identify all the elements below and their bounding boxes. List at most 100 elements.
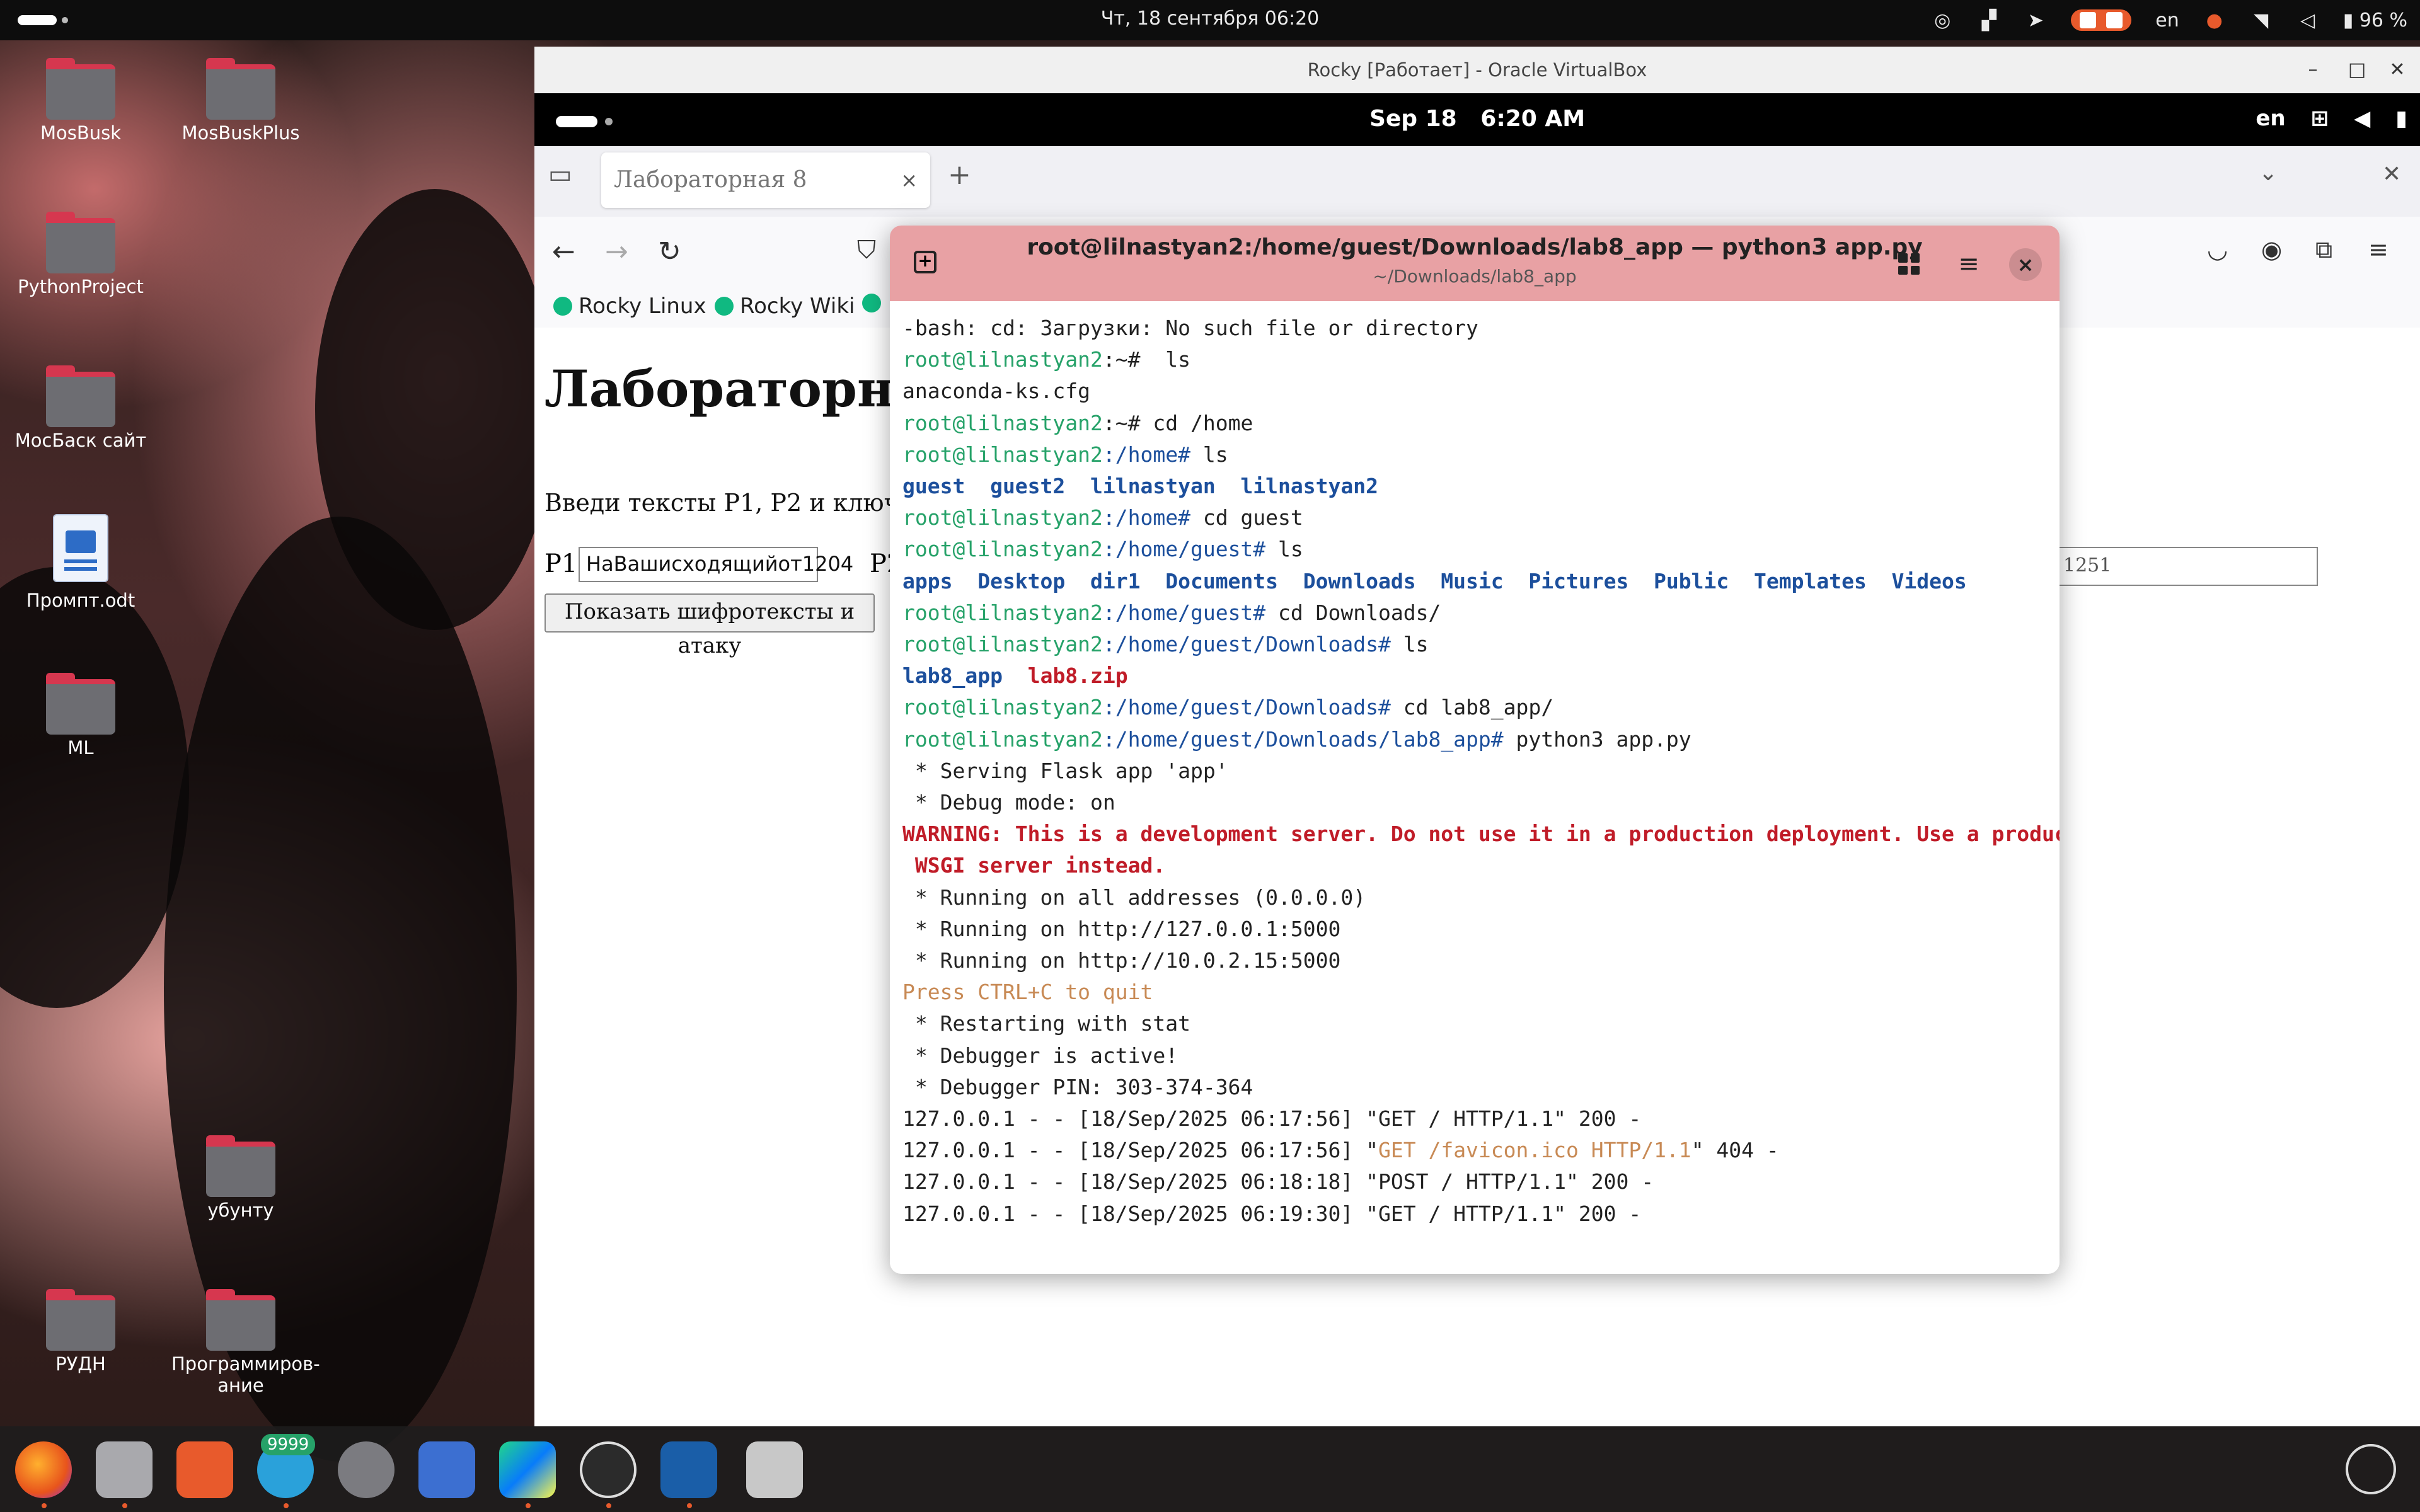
- obs-icon[interactable]: [580, 1441, 637, 1498]
- terminal-line: -bash: cd: Загрузки: No such file or dir…: [902, 316, 1478, 340]
- terminal-line: * Serving Flask app 'app': [902, 758, 1228, 783]
- prompt-user: root@lilnastyan2: [902, 726, 1103, 752]
- volume-muted-icon[interactable]: ◁: [2296, 9, 2319, 32]
- account-icon[interactable]: ◉: [2261, 236, 2282, 263]
- terminal-line: root@lilnastyan2:~# ls: [902, 344, 2053, 375]
- trash-icon[interactable]: [746, 1441, 803, 1498]
- network-icon[interactable]: ⊞: [2311, 106, 2329, 131]
- stop-icon: [2106, 12, 2123, 28]
- terminal-output[interactable]: -bash: cd: Загрузки: No such file or dir…: [902, 312, 2060, 1230]
- close-button[interactable]: ✕: [2378, 47, 2416, 93]
- wifi-icon[interactable]: ◥: [2250, 9, 2273, 32]
- system-monitor-icon[interactable]: [418, 1441, 475, 1498]
- pocket-icon[interactable]: ◡: [2207, 236, 2228, 263]
- desktop-folder-rudn[interactable]: РУДН: [11, 1289, 150, 1375]
- battery-indicator[interactable]: ▮ 96 %: [2343, 9, 2407, 32]
- volume-icon[interactable]: ◀: [2354, 106, 2370, 131]
- window-title: Rocky [Работает] - Oracle VirtualBox: [1307, 59, 1647, 81]
- tab-list-icon[interactable]: ⌄: [2259, 160, 2278, 186]
- folder-icon: [206, 58, 275, 120]
- close-tab-icon[interactable]: ×: [901, 152, 918, 208]
- command: ls: [1140, 347, 1190, 372]
- desktop-folder-pythonproject[interactable]: PythonProject: [11, 212, 150, 297]
- screen-record-indicator[interactable]: [2071, 9, 2132, 31]
- back-icon[interactable]: ←: [552, 236, 575, 268]
- running-indicator: [526, 1503, 531, 1508]
- command: cd /home: [1140, 410, 1253, 435]
- running-indicator: [122, 1503, 127, 1508]
- show-apps-icon[interactable]: [2346, 1444, 2396, 1494]
- browser-tab-strip: ▭ Лабораторная 8 × + ⌄ ✕: [534, 146, 2420, 217]
- key-input[interactable]: 1251: [2053, 547, 2318, 586]
- desktop-folder-ubuntu[interactable]: убунту: [171, 1135, 310, 1221]
- terminal-line: root@lilnastyan2:/home/guest/Downloads# …: [902, 692, 2053, 723]
- desktop-folder-mosbusk[interactable]: MosBusk: [11, 58, 150, 144]
- reload-icon[interactable]: ↻: [658, 236, 681, 268]
- rocky-logo-icon: [862, 294, 881, 312]
- telegram-unread-badge: 9999: [261, 1434, 316, 1455]
- virtualbox-icon[interactable]: [660, 1441, 717, 1498]
- running-indicator: [687, 1503, 692, 1508]
- prompt-user: root@lilnastyan2: [902, 695, 1103, 720]
- guest-system-tray[interactable]: en ⊞ ◀ ▮: [2256, 106, 2407, 131]
- hamburger-menu-icon[interactable]: ≡: [1957, 251, 1980, 277]
- terminal-window[interactable]: + root@lilnastyan2:/home/guest/Downloads…: [890, 226, 2060, 1274]
- app-center-icon[interactable]: [176, 1441, 233, 1498]
- files-icon[interactable]: [96, 1441, 153, 1498]
- keyboard-layout[interactable]: en: [2155, 9, 2179, 32]
- prompt-user: root@lilnastyan2: [902, 410, 1103, 435]
- steam-icon[interactable]: ◎: [1931, 9, 1954, 32]
- firefox-icon[interactable]: [15, 1441, 72, 1498]
- desktop-icon-label: убунту: [207, 1200, 274, 1221]
- guest-battery-icon[interactable]: ▮: [2395, 106, 2407, 131]
- desktop-file-prompt-odt[interactable]: Промпт.odt: [11, 514, 150, 611]
- minimize-button[interactable]: –: [2294, 47, 2332, 93]
- tab-overview-icon[interactable]: [1898, 253, 1920, 275]
- forward-icon[interactable]: →: [605, 236, 628, 268]
- desktop-folder-ml[interactable]: ML: [11, 673, 150, 759]
- desktop-icon-label: МосБаск сайт: [14, 430, 147, 451]
- desktop-folder-programming[interactable]: Программиров-ание: [171, 1289, 320, 1396]
- extensions-icon[interactable]: ⧉: [2315, 236, 2332, 264]
- terminal-line: * Debugger is active!: [902, 1043, 1178, 1068]
- desktop-folder-mosbuskplus[interactable]: MosBuskPlus: [171, 58, 310, 144]
- battery-percent: 96 %: [2359, 9, 2407, 32]
- virtualbox-titlebar[interactable]: Rocky [Работает] - Oracle VirtualBox – □…: [534, 47, 2420, 94]
- guest-language[interactable]: en: [2256, 106, 2285, 131]
- p1-input[interactable]: НаВашисходящийот1204: [579, 547, 853, 582]
- browser-tab-active[interactable]: Лабораторная 8 ×: [601, 152, 930, 208]
- archive-entry: lab8.zip: [1027, 663, 1128, 689]
- terminal-line: * Debugger PIN: 303-374-364: [902, 1074, 1253, 1099]
- guest-top-bar: Sep 18 6:20 AM en ⊞ ◀ ▮: [534, 93, 2420, 146]
- prompt-user: root@lilnastyan2: [902, 347, 1103, 372]
- microphone-icon[interactable]: ●: [2203, 9, 2226, 32]
- desktop-folder-mosbask-site[interactable]: МосБаск сайт: [11, 365, 150, 451]
- tab-overview-icon[interactable]: ▭: [548, 160, 572, 189]
- terminal-line: * Debug mode: on: [902, 790, 1115, 815]
- command: ls: [1190, 442, 1228, 467]
- guest-clock[interactable]: Sep 18 6:20 AM: [534, 106, 2420, 132]
- desktop-icon-label: MosBuskPlus: [182, 122, 300, 144]
- log-status: " 404 -: [1691, 1138, 1779, 1163]
- network-stats-icon[interactable]: ▞: [1978, 9, 2000, 32]
- terminal-title: root@lilnastyan2:/home/guest/Downloads/l…: [1027, 234, 1923, 260]
- terminal-close-button[interactable]: ×: [2009, 248, 2042, 281]
- command: cd guest: [1190, 505, 1303, 530]
- bookmark-rocky-linux[interactable]: Rocky Linux: [553, 294, 706, 319]
- new-tab-button[interactable]: +: [948, 159, 971, 191]
- pycharm-icon[interactable]: [499, 1441, 556, 1498]
- running-indicator: [284, 1503, 289, 1508]
- settings-icon[interactable]: [338, 1441, 395, 1498]
- bookmark-rocky-wiki[interactable]: Rocky Wiki: [715, 294, 855, 319]
- show-ciphertexts-button[interactable]: Показать шифротексты и атаку: [544, 593, 875, 658]
- system-tray[interactable]: ◎ ▞ ➤ en ● ◥ ◁ ▮ 96 %: [1931, 6, 2407, 34]
- menu-icon[interactable]: ≡: [2368, 236, 2388, 263]
- telegram-tray-icon[interactable]: ➤: [2024, 9, 2047, 32]
- folder-icon: [206, 1135, 275, 1197]
- maximize-button[interactable]: □: [2338, 47, 2376, 93]
- close-window-icon[interactable]: ✕: [2382, 161, 2401, 187]
- terminal-header[interactable]: + root@lilnastyan2:/home/guest/Downloads…: [890, 226, 2060, 301]
- shield-icon[interactable]: ⛉: [857, 236, 876, 265]
- bookmark-rocky-more[interactable]: [862, 294, 881, 312]
- rocky-logo-icon: [553, 297, 572, 316]
